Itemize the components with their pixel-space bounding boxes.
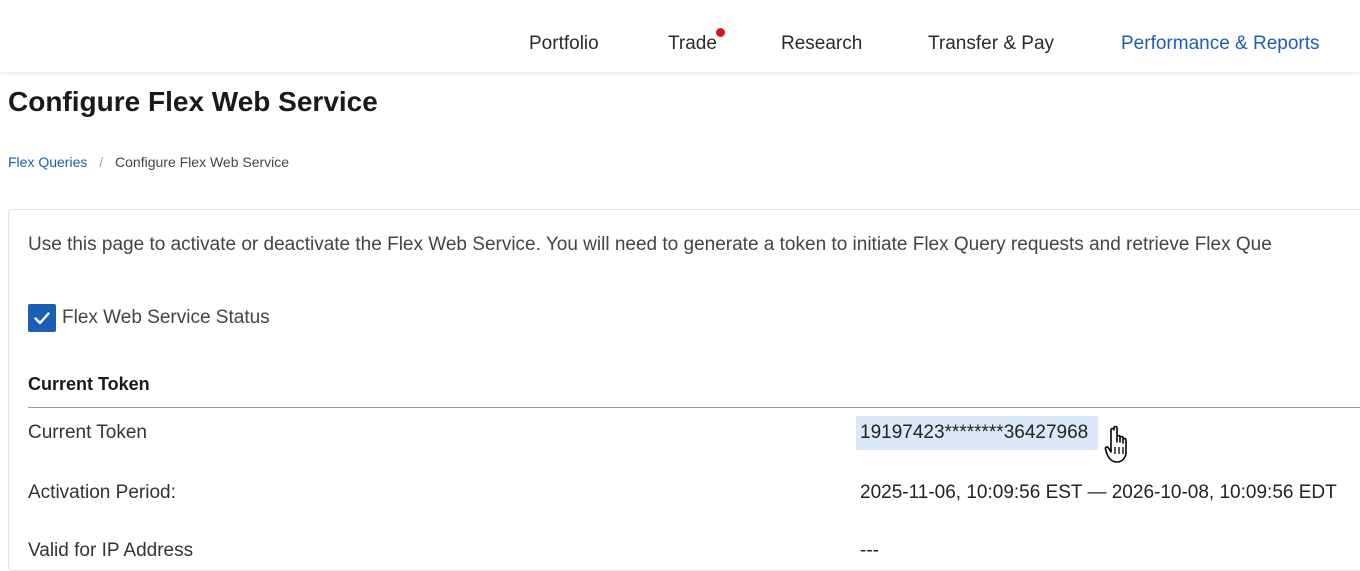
status-checkbox-label[interactable]: Flex Web Service Status — [62, 307, 270, 329]
nav-item-portfolio[interactable]: Portfolio — [529, 33, 599, 55]
row-label-activation-period: Activation Period: — [28, 482, 176, 503]
breadcrumb-separator: / — [99, 154, 104, 170]
nav-item-performance-reports[interactable]: Performance & Reports — [1121, 33, 1320, 55]
content-card — [8, 209, 1360, 571]
nav-item-research[interactable]: Research — [781, 33, 862, 55]
nav-item-transfer-pay[interactable]: Transfer & Pay — [928, 33, 1054, 55]
intro-text: Use this page to activate or deactivate … — [28, 234, 1272, 255]
breadcrumb-current: Configure Flex Web Service — [115, 154, 290, 170]
nav-item-trade[interactable]: Trade — [668, 28, 725, 55]
section-heading-current-token: Current Token — [28, 374, 150, 394]
page-title: Configure Flex Web Service — [8, 86, 378, 117]
breadcrumb: Flex Queries / Configure Flex Web Servic… — [8, 154, 289, 170]
row-label-valid-ip: Valid for IP Address — [28, 540, 194, 561]
section-divider — [28, 407, 1360, 408]
hand-cursor-icon — [1104, 425, 1127, 463]
nav-item-trade-label: Trade — [668, 33, 717, 54]
breadcrumb-link-flex-queries[interactable]: Flex Queries — [8, 154, 87, 170]
row-value-activation-period: 2025-11-06, 10:09:56 EST — 2026-10-08, 1… — [860, 482, 1337, 503]
row-label-current-token: Current Token — [28, 422, 147, 443]
row-value-current-token[interactable]: 19197423********36427968 — [860, 422, 1088, 444]
status-checkbox-row: Flex Web Service Status — [28, 304, 270, 332]
notification-dot — [715, 28, 725, 37]
top-navigation: Portfolio Trade Research Transfer & Pay … — [0, 0, 1360, 72]
checkmark-icon — [34, 312, 50, 325]
row-value-valid-ip: --- — [860, 540, 879, 561]
status-checkbox[interactable] — [28, 304, 56, 332]
